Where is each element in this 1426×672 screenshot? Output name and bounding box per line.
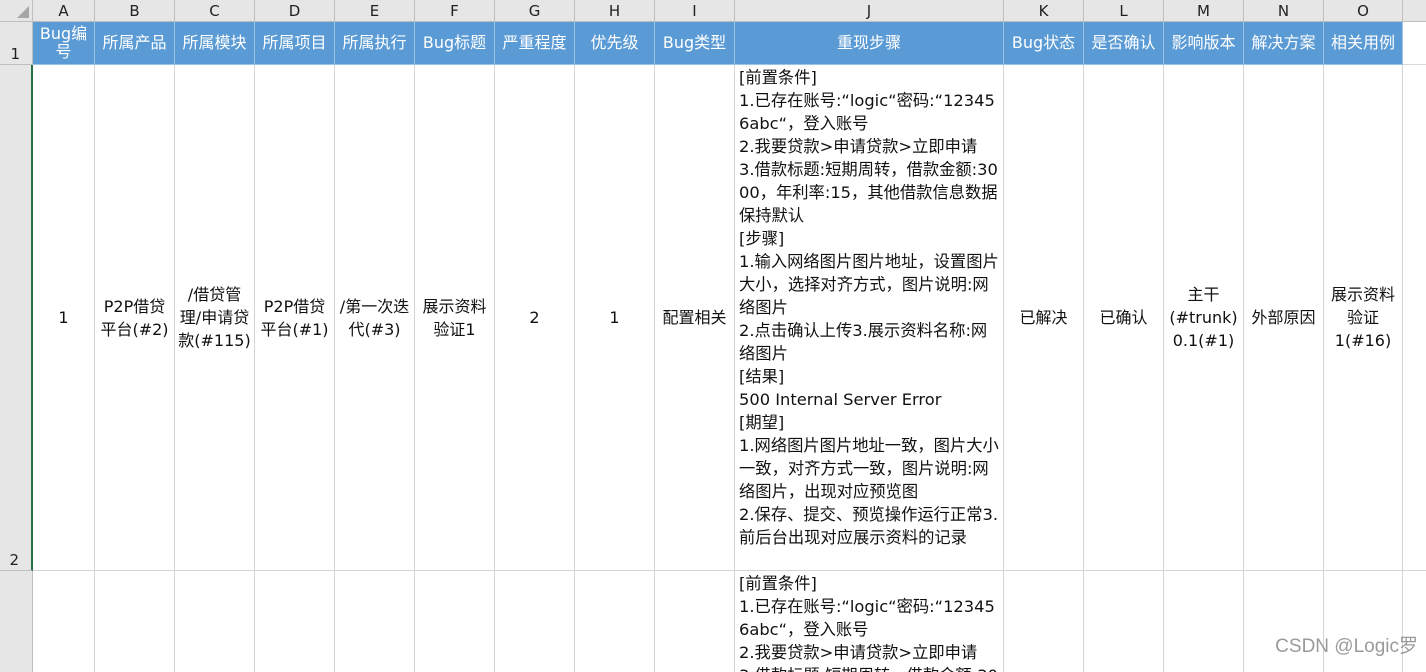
cell-empty[interactable] — [1164, 571, 1244, 672]
header-bug-id[interactable]: Bug编号 — [33, 22, 95, 65]
column-heading-b[interactable]: B — [95, 0, 175, 22]
cell-severity[interactable]: 2 — [495, 65, 575, 571]
header-module[interactable]: 所属模块 — [175, 22, 255, 65]
row-number: 2 — [9, 551, 19, 569]
cell-bug-id[interactable]: 1 — [33, 65, 95, 571]
cell-empty[interactable] — [95, 571, 175, 672]
cell-bug-type[interactable]: 配置相关 — [655, 65, 735, 571]
cell-priority[interactable]: 1 — [575, 65, 655, 571]
column-heading-e[interactable]: E — [335, 0, 415, 22]
select-all-triangle-icon — [17, 6, 29, 18]
column-heading-i[interactable]: I — [655, 0, 735, 22]
cell-confirmed[interactable]: 已确认 — [1084, 65, 1164, 571]
header-priority[interactable]: 优先级 — [575, 22, 655, 65]
row-heading-1[interactable]: 1 — [0, 22, 33, 65]
cell-empty[interactable] — [655, 571, 735, 672]
column-heading-c[interactable]: C — [175, 0, 255, 22]
select-all-corner[interactable] — [0, 0, 33, 22]
header-affected-version[interactable]: 影响版本 — [1164, 22, 1244, 65]
cell-repro-steps[interactable]: [前置条件] 1.已存在账号:“logic“密码:“123456abc“，登入账… — [735, 65, 1004, 571]
column-heading-d[interactable]: D — [255, 0, 335, 22]
header-bug-type[interactable]: Bug类型 — [655, 22, 735, 65]
spreadsheet: A B C D E F G H I J K L M N O 1 2 Bug编号 … — [0, 0, 1426, 672]
header-product[interactable]: 所属产品 — [95, 22, 175, 65]
cell-affected-version[interactable]: 主干(#trunk) 0.1(#1) — [1164, 65, 1244, 571]
column-heading-n[interactable]: N — [1244, 0, 1324, 22]
cell-empty[interactable] — [1084, 571, 1164, 672]
header-project[interactable]: 所属项目 — [255, 22, 335, 65]
cell-repro-steps[interactable]: [前置条件] 1.已存在账号:“logic“密码:“123456abc“，登入账… — [735, 571, 1004, 672]
column-heading-l[interactable]: L — [1084, 0, 1164, 22]
header-related-case[interactable]: 相关用例 — [1324, 22, 1403, 65]
header-bug-status[interactable]: Bug状态 — [1004, 22, 1084, 65]
cell-empty[interactable] — [575, 571, 655, 672]
cell-execution[interactable]: /第一次迭代(#3) — [335, 65, 415, 571]
header-confirmed[interactable]: 是否确认 — [1084, 22, 1164, 65]
cell-empty[interactable] — [175, 571, 255, 672]
column-heading-k[interactable]: K — [1004, 0, 1084, 22]
cell-empty[interactable] — [1004, 571, 1084, 672]
column-heading-f[interactable]: F — [415, 0, 495, 22]
column-heading-a[interactable]: A — [33, 0, 95, 22]
cell-empty[interactable] — [495, 571, 575, 672]
cell-related-case[interactable]: 展示资料验证1(#16) — [1324, 65, 1403, 571]
cell-empty[interactable] — [1403, 65, 1426, 571]
row-heading-2[interactable]: 2 — [0, 65, 33, 571]
header-execution[interactable]: 所属执行 — [335, 22, 415, 65]
header-bug-title[interactable]: Bug标题 — [415, 22, 495, 65]
column-heading-m[interactable]: M — [1164, 0, 1244, 22]
header-filler-cell[interactable] — [1403, 22, 1426, 65]
cell-project[interactable]: P2P借贷平台(#1) — [255, 65, 335, 571]
cell-empty[interactable] — [415, 571, 495, 672]
header-repro-steps[interactable]: 重现步骤 — [735, 22, 1004, 65]
header-resolution[interactable]: 解决方案 — [1244, 22, 1324, 65]
cell-empty[interactable] — [33, 571, 95, 672]
cell-bug-title[interactable]: 展示资料验证1 — [415, 65, 495, 571]
column-heading-j[interactable]: J — [735, 0, 1004, 22]
cell-module[interactable]: /借贷管理/申请贷款(#115) — [175, 65, 255, 571]
column-heading-g[interactable]: G — [495, 0, 575, 22]
column-heading-h[interactable]: H — [575, 0, 655, 22]
cell-bug-status[interactable]: 已解决 — [1004, 65, 1084, 571]
column-heading-o[interactable]: O — [1324, 0, 1403, 22]
watermark: CSDN @Logic罗 — [1275, 636, 1418, 657]
cell-empty[interactable] — [255, 571, 335, 672]
cell-resolution[interactable]: 外部原因 — [1244, 65, 1324, 571]
cell-empty[interactable] — [335, 571, 415, 672]
row-heading-3[interactable] — [0, 571, 33, 672]
cell-product[interactable]: P2P借贷平台(#2) — [95, 65, 175, 571]
header-severity[interactable]: 严重程度 — [495, 22, 575, 65]
column-heading-filler — [1403, 0, 1426, 22]
row-number: 1 — [10, 45, 20, 63]
